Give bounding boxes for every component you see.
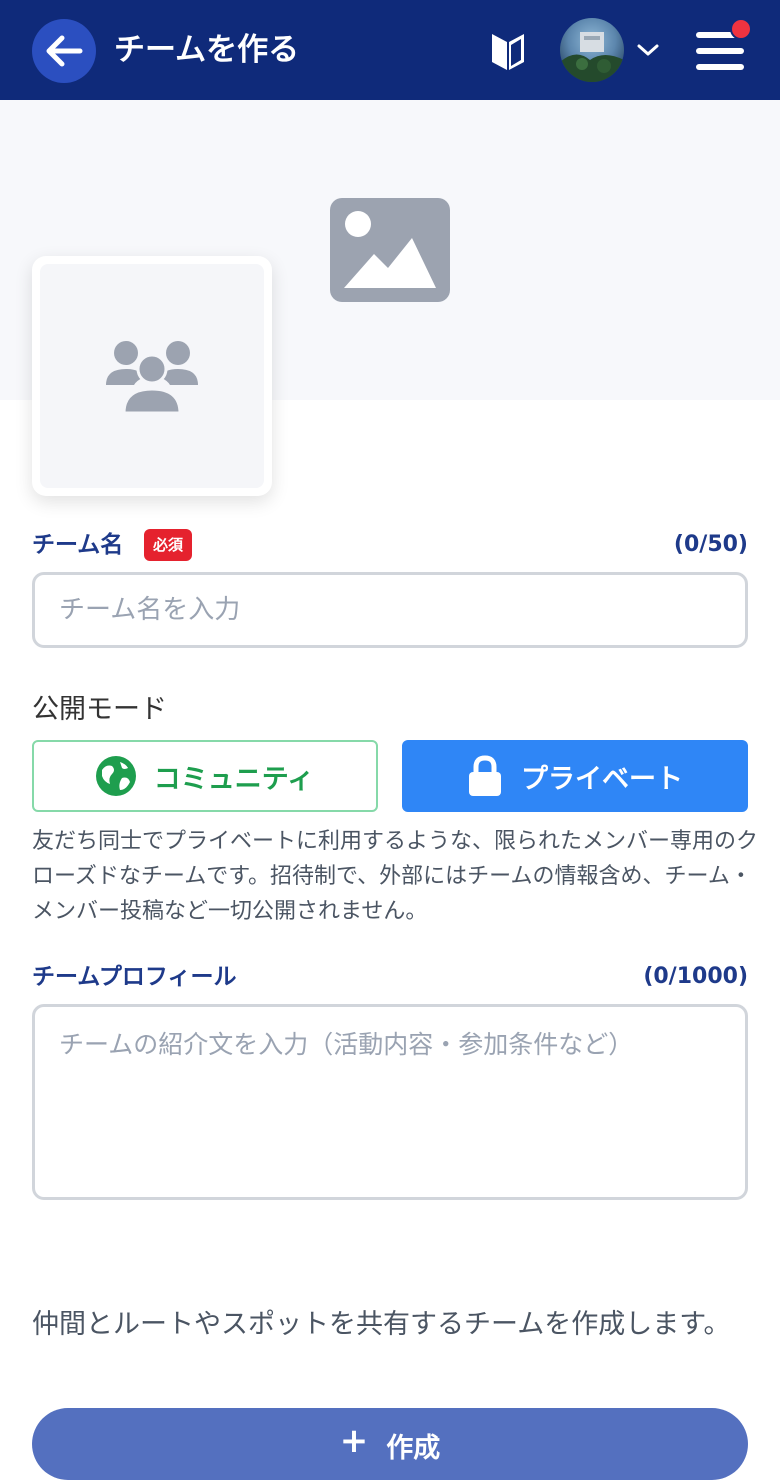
private-mode-button[interactable]: プライベート [402,740,748,812]
back-button[interactable] [32,19,96,83]
team-profile-textarea[interactable] [32,1004,748,1200]
notification-dot [730,18,752,40]
globe-icon [95,756,136,796]
team-profile-counter: (0/1000) [643,964,748,989]
team-name-counter: (0/50) [673,532,748,557]
group-icon [106,341,198,413]
menu-button[interactable] [694,18,752,74]
app-header: チームを作る [0,0,780,100]
image-placeholder-icon [330,198,450,302]
lock-icon [469,755,501,796]
plus-icon: + [339,1421,369,1461]
visibility-label: 公開モード [32,694,167,725]
back-arrow-icon [46,35,83,67]
hamburger-line [696,64,744,70]
team-name-input[interactable] [32,572,748,648]
private-mode-label: プライベート [521,763,683,795]
beginner-mark-icon[interactable] [490,30,526,72]
hamburger-line [696,48,744,54]
avatar[interactable] [560,18,624,82]
team-profile-label: チームプロフィール [32,964,237,990]
team-icon-upload[interactable] [32,256,272,496]
visibility-description: 友だち同士でプライベートに利用するような、限られたメンバー専用のクローズドなチー… [32,829,759,924]
team-icon-placeholder [40,264,264,488]
chevron-down-icon[interactable] [636,40,660,60]
create-description: 仲間とルートやスポットを共有するチームを作成します。 [32,1309,731,1340]
avatar-photo [560,32,624,82]
required-badge: 必須 [144,529,192,561]
create-button[interactable]: + 作成 [32,1408,748,1480]
team-name-label: チーム名 [32,532,124,558]
community-mode-button[interactable]: コミュニティ [32,740,378,812]
community-mode-label: コミュニティ [153,763,315,795]
page-title: チームを作る [114,32,300,68]
create-button-label: 作成 [386,1433,441,1464]
